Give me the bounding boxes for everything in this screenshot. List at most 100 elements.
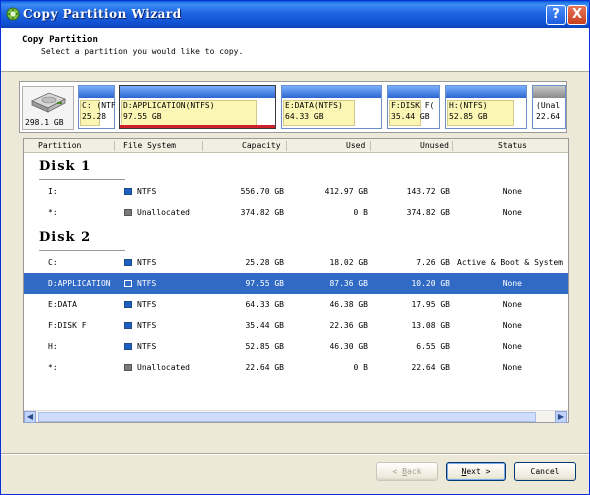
hard-disk-icon bbox=[31, 92, 66, 113]
cell-used: 0 B bbox=[353, 363, 368, 372]
cell-file-system: NTFS bbox=[124, 300, 156, 309]
column-header-unused[interactable]: Unused bbox=[420, 141, 449, 150]
close-icon: X bbox=[571, 7, 583, 22]
map-partition-label: E:DATA(NTFS) bbox=[285, 101, 343, 110]
unallocated-color-icon bbox=[124, 209, 132, 216]
ntfs-color-icon bbox=[124, 322, 132, 329]
table-row[interactable]: F:DISK F NTFS 35.44 GB 22.36 GB 13.08 GB… bbox=[24, 315, 568, 336]
map-partition-bar bbox=[120, 86, 275, 98]
cell-used: 18.02 GB bbox=[329, 258, 368, 267]
map-partition-bar bbox=[282, 86, 381, 98]
back-prefix: < bbox=[392, 467, 403, 476]
column-header-capacity[interactable]: Capacity bbox=[242, 141, 281, 150]
cell-unused: 6.55 GB bbox=[416, 342, 450, 351]
cancel-button[interactable]: Cancel bbox=[514, 462, 576, 481]
scrollbar-thumb[interactable] bbox=[38, 412, 536, 422]
cell-unused: 22.64 GB bbox=[411, 363, 450, 372]
window-title: Copy Partition Wizard bbox=[23, 7, 182, 21]
table-row[interactable]: *: Unallocated 374.82 GB 0 B 374.82 GB N… bbox=[24, 202, 568, 223]
ntfs-color-icon bbox=[124, 301, 132, 308]
cell-used: 0 B bbox=[353, 208, 368, 217]
disk-map-size: 298.1 GB bbox=[25, 118, 64, 127]
cell-status: None bbox=[502, 300, 522, 309]
cell-file-system-label: NTFS bbox=[137, 321, 157, 330]
back-label: ack bbox=[407, 467, 422, 476]
column-header-status[interactable]: Status bbox=[498, 141, 527, 150]
map-partition-bar bbox=[79, 86, 114, 98]
disk-map-disk[interactable]: 298.1 GB bbox=[22, 86, 74, 130]
table-row[interactable]: I: NTFS 556.70 GB 412.97 GB 143.72 GB No… bbox=[24, 181, 568, 202]
cell-capacity: 556.70 GB bbox=[240, 187, 284, 196]
map-partition-d-application[interactable]: D:APPLICATION(NTFS) 97.55 GB bbox=[119, 85, 276, 129]
wizard-header: Copy Partition Select a partition you wo… bbox=[1, 28, 589, 72]
scroll-right-icon[interactable]: ▶ bbox=[555, 411, 567, 423]
map-partition-unallocated[interactable]: (Unal 22.64 bbox=[532, 85, 566, 129]
map-partition-bar bbox=[388, 86, 439, 98]
column-header-used[interactable]: Used bbox=[346, 141, 365, 150]
selected-partition-marker bbox=[120, 125, 275, 128]
disk-group-header: Disk 2 bbox=[39, 230, 92, 245]
cell-capacity: 22.64 GB bbox=[245, 363, 284, 372]
disk-group-divider bbox=[39, 250, 125, 251]
map-partition-label: H:(NTFS) bbox=[449, 101, 488, 110]
column-separator[interactable] bbox=[202, 141, 203, 151]
page-title: Copy Partition bbox=[22, 35, 98, 45]
map-partition-h[interactable]: H:(NTFS) 52.85 GB bbox=[445, 85, 527, 129]
column-separator[interactable] bbox=[452, 141, 453, 151]
cell-file-system: NTFS bbox=[124, 342, 156, 351]
cell-used: 46.38 GB bbox=[329, 300, 368, 309]
column-separator[interactable] bbox=[114, 141, 115, 151]
cell-file-system-label: Unallocated bbox=[137, 363, 190, 372]
table-row-selected[interactable]: D:APPLICATION NTFS 97.55 GB 87.36 GB 10.… bbox=[24, 273, 568, 294]
cell-file-system: NTFS bbox=[124, 258, 156, 267]
cell-file-system-label: Unallocated bbox=[137, 208, 190, 217]
ntfs-color-icon bbox=[124, 259, 132, 266]
cell-status: None bbox=[502, 279, 522, 288]
help-icon: ? bbox=[552, 7, 560, 22]
cell-status: Active & Boot & System bbox=[457, 258, 563, 267]
map-partition-e-data[interactable]: E:DATA(NTFS) 64.33 GB bbox=[281, 85, 382, 129]
cell-status: None bbox=[502, 187, 522, 196]
table-header: Partition File System Capacity Used Unus… bbox=[24, 139, 568, 153]
cell-file-system-label: NTFS bbox=[137, 342, 157, 351]
close-button[interactable]: X bbox=[567, 5, 587, 25]
unallocated-color-icon bbox=[124, 364, 132, 371]
cell-used: 412.97 GB bbox=[324, 187, 368, 196]
scroll-left-icon[interactable]: ◀ bbox=[24, 411, 36, 423]
cell-unused: 143.72 GB bbox=[406, 187, 450, 196]
cell-unused: 13.08 GB bbox=[411, 321, 450, 330]
map-partition-bar bbox=[533, 86, 565, 98]
cell-partition: I: bbox=[48, 187, 58, 196]
cell-partition: E:DATA bbox=[48, 300, 77, 309]
help-button[interactable]: ? bbox=[546, 5, 566, 25]
next-button[interactable]: Next > bbox=[446, 462, 506, 481]
table-row[interactable]: E:DATA NTFS 64.33 GB 46.38 GB 17.95 GB N… bbox=[24, 294, 568, 315]
map-partition-size: 35.44 GB bbox=[391, 112, 430, 121]
map-partition-c[interactable]: C: (NTF 25.28 bbox=[78, 85, 116, 129]
column-separator[interactable] bbox=[286, 141, 287, 151]
cell-unused: 374.82 GB bbox=[406, 208, 450, 217]
table-row[interactable]: C: NTFS 25.28 GB 18.02 GB 7.26 GB Active… bbox=[24, 252, 568, 273]
cell-used: 22.36 GB bbox=[329, 321, 368, 330]
column-header-file-system[interactable]: File System bbox=[123, 141, 176, 150]
cell-status: None bbox=[502, 363, 522, 372]
map-partition-size: 22.64 bbox=[536, 112, 561, 121]
next-label: ext bbox=[466, 467, 481, 476]
horizontal-scrollbar[interactable]: ◀ ▶ bbox=[24, 410, 568, 423]
cell-file-system-label: NTFS bbox=[137, 279, 157, 288]
cell-partition: *: bbox=[48, 363, 58, 372]
cell-file-system: NTFS bbox=[124, 187, 156, 196]
table-row[interactable]: *: Unallocated 22.64 GB 0 B 22.64 GB Non… bbox=[24, 357, 568, 378]
cell-capacity: 374.82 GB bbox=[240, 208, 284, 217]
cell-status: None bbox=[502, 208, 522, 217]
cell-used: 87.36 GB bbox=[329, 279, 368, 288]
column-header-partition[interactable]: Partition bbox=[38, 141, 81, 150]
table-row[interactable]: H: NTFS 52.85 GB 46.30 GB 6.55 GB None bbox=[24, 336, 568, 357]
map-partition-label: F:DISK F( bbox=[391, 101, 435, 110]
title-bar[interactable]: Copy Partition Wizard ? X bbox=[1, 1, 589, 28]
map-partition-size: 64.33 GB bbox=[285, 112, 324, 121]
next-suffix: > bbox=[480, 467, 491, 476]
column-separator[interactable] bbox=[370, 141, 371, 151]
back-button[interactable]: < Back bbox=[376, 462, 438, 481]
map-partition-f-disk-f[interactable]: F:DISK F( 35.44 GB bbox=[387, 85, 440, 129]
